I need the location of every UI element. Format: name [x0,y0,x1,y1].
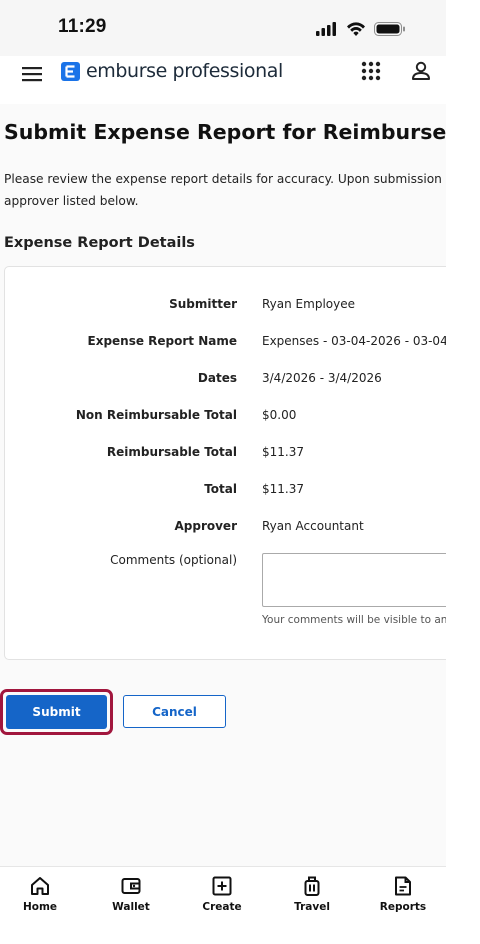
tab-reports-label: Reports [379,901,427,913]
intro-text: Please review the expense report details… [4,168,446,212]
comments-label: Comments (optional) [110,553,237,567]
submitter-label: Submitter [169,297,237,311]
wallet-icon [121,878,141,894]
intro-line-1: Please review the expense report details… [4,172,446,186]
status-icons [316,22,405,36]
apps-grid-icon[interactable] [360,60,382,82]
comments-textarea[interactable] [262,553,446,607]
tab-wallet[interactable]: Wallet [91,875,171,913]
approver-label: Approver [174,519,237,533]
intro-line-2: approver listed below. [4,194,139,208]
page-title: Submit Expense Report for Reimbursement [4,120,446,144]
status-bar: 11:29 [0,0,446,56]
app-bar: emburse professional [0,56,446,105]
comments-helper-text: Your comments will be visible to an [262,614,446,626]
battery-icon [374,22,405,36]
approver-row: Approver Ryan Accountant [5,519,446,539]
tab-reports[interactable]: Reports [363,875,443,913]
report-name-value: Expenses - 03-04-2026 - 03-04-20 [262,334,446,348]
submit-button[interactable]: Submit [6,695,107,729]
section-title: Expense Report Details [4,235,195,251]
tab-home-label: Home [22,901,58,913]
submitter-row: Submitter Ryan Employee [5,297,446,317]
hamburger-menu-icon[interactable] [20,62,44,86]
tab-create-label: Create [202,901,242,913]
expense-details-card: Submitter Ryan Employee Expense Report N… [4,266,446,660]
wifi-icon [347,22,365,36]
tab-travel-label: Travel [294,901,330,913]
emburse-logo: emburse professional [61,59,283,83]
emburse-logo-icon [61,61,80,81]
tab-wallet-label: Wallet [112,901,150,913]
cancel-button[interactable]: Cancel [123,695,226,728]
total-label: Total [204,482,237,496]
report-name-row: Expense Report Name Expenses - 03-04-202… [5,334,447,354]
dates-value: 3/4/2026 - 3/4/2026 [262,371,382,385]
reimbursable-value: $11.37 [262,445,304,459]
report-icon [395,876,411,896]
submit-highlight: Submit [0,689,113,735]
signal-icon [316,22,336,36]
approver-value: Ryan Accountant [262,519,364,533]
tab-home[interactable]: Home [0,875,80,913]
dates-row: Dates 3/4/2026 - 3/4/2026 [5,371,446,391]
logo-text: emburse professional [86,60,283,82]
bottom-tab-bar: Home Wallet Create Travel Reports [0,866,446,944]
status-time: 11:29 [58,16,107,37]
reimbursable-label: Reimbursable Total [106,445,237,459]
submitter-value: Ryan Employee [262,297,355,311]
non-reimbursable-value: $0.00 [262,408,297,422]
luggage-icon [304,876,320,896]
user-profile-icon[interactable] [409,59,433,83]
phone-screen: 11:29 emburse professional Submit Expens… [0,0,446,944]
non-reimbursable-label: Non Reimbursable Total [75,408,237,422]
main-content: Submit Expense Report for Reimbursement … [0,104,446,866]
tab-travel[interactable]: Travel [272,875,352,913]
plus-square-icon [212,876,232,896]
report-name-label: Expense Report Name [87,334,238,348]
tab-create[interactable]: Create [182,875,262,913]
dates-label: Dates [197,371,237,385]
reimbursable-row: Reimbursable Total $11.37 [5,445,446,465]
non-reimbursable-row: Non Reimbursable Total $0.00 [5,408,446,428]
total-value: $11.37 [262,482,304,496]
total-row: Total $11.37 [5,482,446,502]
home-icon [31,877,49,895]
